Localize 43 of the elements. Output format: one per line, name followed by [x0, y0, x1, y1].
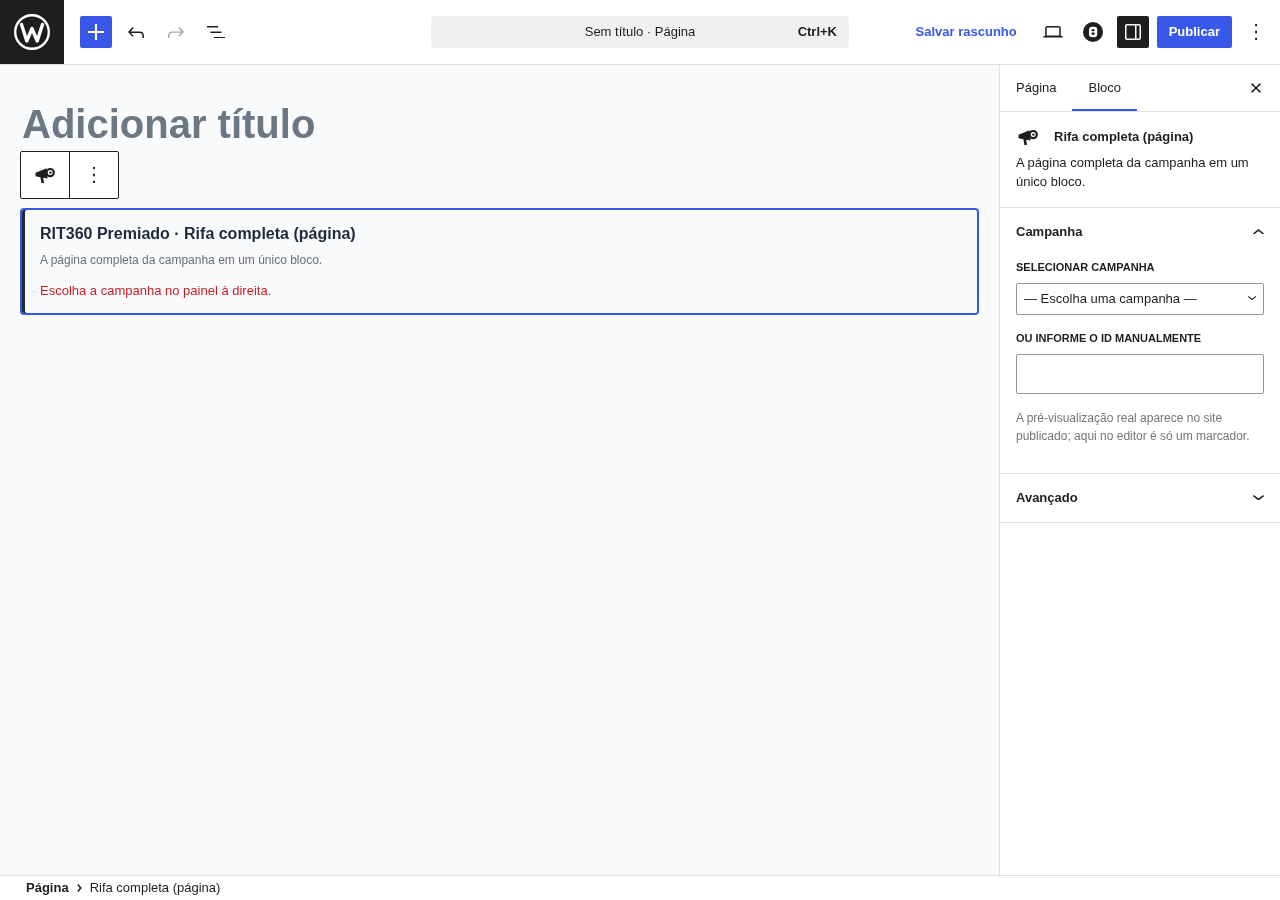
chevron-up-icon	[1253, 228, 1264, 235]
add-block-button[interactable]	[80, 16, 112, 48]
block-title: RIT360 Premiado · Rifa completa (página)	[40, 224, 357, 244]
block-description: A página completa da campanha em um único bloco.	[1016, 153, 1250, 191]
document-title: Sem título · Página	[584, 23, 696, 42]
campaign-select[interactable]: — Escolha uma campanha —	[1016, 282, 1264, 315]
round-logo-icon	[1082, 22, 1103, 42]
sidebar-icon	[1124, 24, 1141, 40]
logo-button[interactable]	[0, 0, 64, 64]
list-icon	[207, 25, 225, 39]
block-name: Rifa completa (página)	[1054, 128, 1194, 147]
field-label: SELECIONAR CAMPANHA	[1016, 259, 1156, 275]
vertical-dots-icon	[1254, 24, 1258, 40]
laptop-icon	[1042, 26, 1063, 38]
field-label: OU INFORME O ID MANUALMENTE	[1016, 330, 1203, 346]
publish-button[interactable]: Publicar	[1156, 16, 1232, 48]
chevron-down-icon	[1247, 295, 1256, 300]
logo-icon	[14, 14, 50, 50]
keyboard-shortcut: Ctrl+K	[797, 23, 837, 42]
chevron-right-icon	[76, 884, 82, 892]
panel-header[interactable]: Campanha	[1000, 207, 1280, 256]
breadcrumb-current: Rifa completa (página)	[89, 879, 221, 898]
block-description: A página completa da campanha em um único bloco.	[40, 252, 324, 268]
megaphone-icon	[35, 165, 55, 185]
undo-icon	[128, 26, 144, 38]
id-input-field[interactable]	[1016, 353, 1264, 394]
redo-icon	[168, 26, 184, 38]
sidebar-tab[interactable]: Bloco	[1072, 65, 1137, 111]
post-title-field[interactable]: Adicionar título	[20, 100, 960, 148]
block-notice: Escolha a campanha no painel à direita.	[40, 282, 273, 300]
save-draft-link[interactable]: Salvar rascunho	[903, 16, 1029, 48]
vertical-dots-icon	[92, 167, 96, 183]
settings-button[interactable]	[1116, 16, 1149, 48]
panel-header[interactable]: Avançado	[1000, 473, 1280, 522]
help-text: A pré-visualização real aparece no site publicado; aqui no editor é só um marcador.	[1016, 409, 1251, 445]
sidebar-tab[interactable]: Página	[1000, 65, 1073, 111]
breadcrumb-link[interactable]: Página	[26, 878, 69, 898]
megaphone-icon	[1018, 128, 1038, 147]
close-icon	[1251, 83, 1261, 93]
plus-icon	[88, 24, 104, 40]
chevron-down-icon	[1253, 494, 1264, 501]
command-bar[interactable]: Sem título · Página Ctrl+K	[431, 16, 849, 48]
content-block[interactable]: RIT360 Premiado · Rifa completa (página) A página completa da campanha em um único bloco. Escolha a campanha no painel à direita.	[20, 208, 979, 315]
